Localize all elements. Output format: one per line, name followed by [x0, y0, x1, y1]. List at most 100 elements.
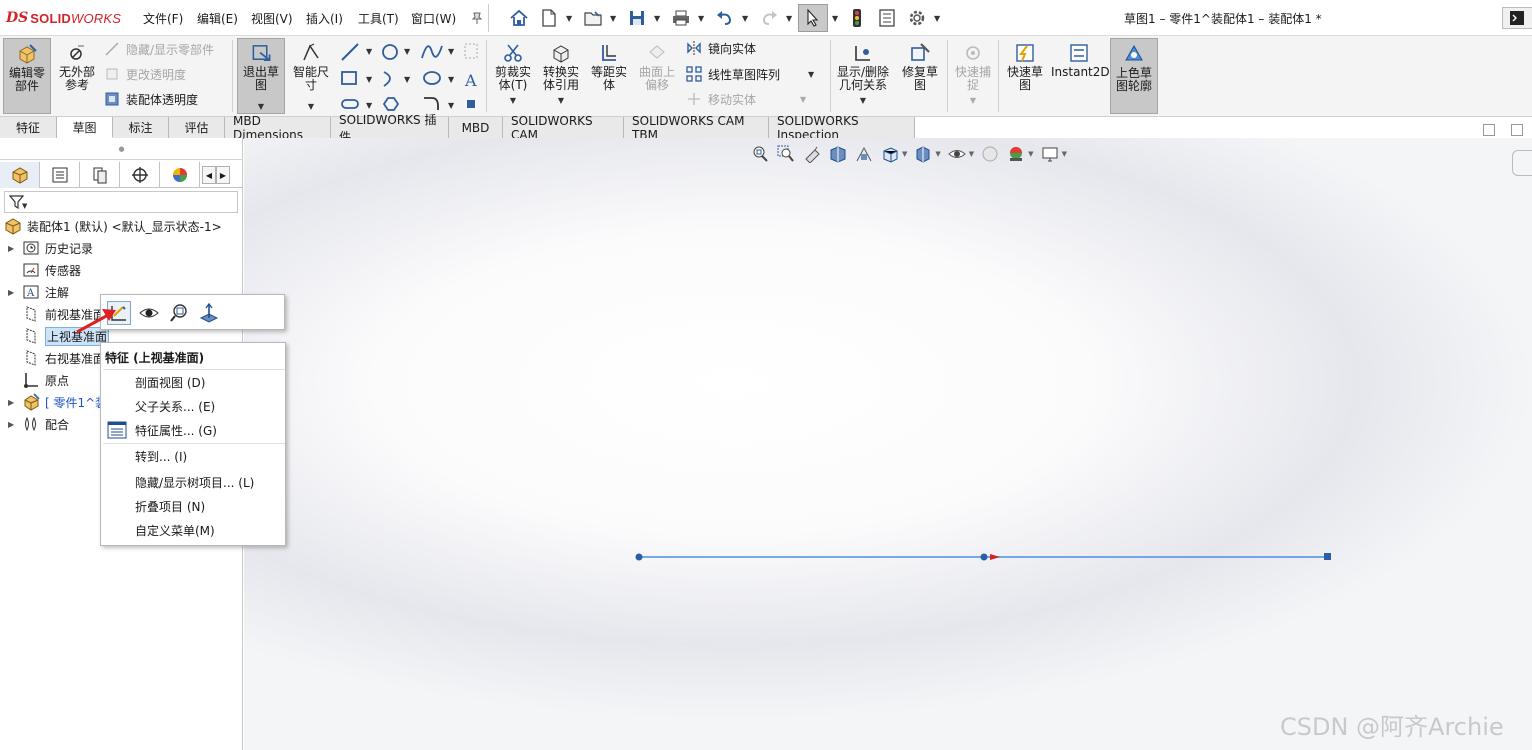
change-transparency-button[interactable]: 更改透明度	[104, 63, 186, 85]
chevron-down-icon[interactable]: ▼	[970, 94, 976, 107]
chevron-down-icon[interactable]: ▼	[558, 94, 564, 107]
rebuild-traffic-light-icon[interactable]	[846, 7, 868, 29]
redo-icon[interactable]	[758, 7, 780, 29]
tree-item-mates[interactable]: ▶ 配合	[0, 414, 69, 434]
chevron-down-icon[interactable]: ▼	[832, 14, 838, 23]
edit-component-button[interactable]: 编辑零部件	[3, 38, 51, 114]
zoom-to-selection-button[interactable]	[167, 301, 191, 325]
view-orientation-icon[interactable]	[880, 144, 900, 164]
instant2d-button[interactable]: Instant2D	[1051, 38, 1110, 114]
trim-entities-button[interactable]: 剪裁实体(T) ▼	[490, 38, 536, 114]
new-document-icon[interactable]	[538, 7, 560, 29]
tab-scroll-right-button[interactable]: ▶	[216, 166, 230, 184]
expand-arrow-icon[interactable]: ▶	[8, 244, 18, 253]
normal-to-button[interactable]	[197, 301, 221, 325]
assembly-transparency-button[interactable]: 装配体透明度	[104, 88, 198, 110]
collapse-panel-icon[interactable]	[1483, 124, 1495, 136]
previous-view-icon[interactable]	[802, 144, 822, 164]
view-settings-monitor-icon[interactable]	[1040, 144, 1060, 164]
zoom-to-area-icon[interactable]	[776, 144, 796, 164]
tree-item-sensors[interactable]: ▶ 传感器	[0, 260, 81, 280]
apply-scene-icon[interactable]	[1006, 144, 1026, 164]
task-pane-tab[interactable]	[1512, 150, 1532, 176]
panel-drag-handle[interactable]: ●	[0, 138, 243, 160]
hide-show-components-button[interactable]: 隐藏/显示零部件	[104, 38, 214, 60]
menu-item-go-to[interactable]: 转到... (I)	[135, 448, 187, 465]
tab-solidworks-cam[interactable]: SOLIDWORKS CAM	[503, 114, 624, 142]
menu-item-hide-show-tree-items[interactable]: 隐藏/显示树项目... (L)	[135, 474, 254, 491]
display-delete-relations-button[interactable]: 显示/删除几何关系 ▼	[834, 38, 892, 114]
rapid-sketch-button[interactable]: 快速草图	[1002, 38, 1048, 114]
tab-solidworks-inspection[interactable]: SOLIDWORKS Inspection	[769, 114, 915, 142]
tree-item-history[interactable]: ▶ 历史记录	[0, 238, 93, 258]
featuremanager-tab[interactable]	[0, 162, 40, 188]
convert-entities-button[interactable]: 转换实体引用 ▼	[538, 38, 584, 114]
tab-markup[interactable]: 标注	[113, 117, 169, 138]
quick-snaps-button[interactable]: 快速捕捉 ▼	[950, 38, 996, 114]
expand-arrow-icon[interactable]: ▶	[8, 398, 18, 407]
edit-appearance-icon[interactable]	[980, 144, 1000, 164]
undo-icon[interactable]	[714, 7, 736, 29]
tab-scroll-left-button[interactable]: ◀	[202, 166, 216, 184]
shaded-sketch-contours-button[interactable]: 上色草图轮廓	[1110, 38, 1158, 114]
dimxpert-tab[interactable]	[120, 162, 160, 188]
tree-item-annotations[interactable]: ▶ A 注解	[0, 282, 69, 302]
expand-panel-icon[interactable]	[1511, 124, 1523, 136]
print-icon[interactable]	[670, 7, 692, 29]
section-view-icon[interactable]	[828, 144, 848, 164]
graphics-viewport[interactable]	[244, 138, 1532, 750]
tab-evaluate[interactable]: 评估	[169, 117, 225, 138]
text-tool-column[interactable]: A	[462, 42, 482, 112]
menu-item-customize-menu[interactable]: 自定义菜单(M)	[135, 522, 215, 539]
tab-features[interactable]: 特征	[0, 117, 57, 138]
tree-root-assembly[interactable]: 装配体1 (默认) <默认_显示状态-1>	[0, 216, 222, 236]
tree-item-part[interactable]: ▶ [ 零件1^装	[0, 392, 107, 412]
menu-item-parent-child[interactable]: 父子关系... (E)	[135, 398, 215, 415]
home-icon[interactable]	[508, 7, 530, 29]
menu-window[interactable]: 窗口(W)	[411, 10, 456, 27]
chevron-down-icon[interactable]: ▼	[258, 100, 264, 113]
display-manager-tab[interactable]	[160, 162, 200, 188]
menu-item-collapse-items[interactable]: 折叠项目 (N)	[135, 498, 205, 515]
chevron-down-icon[interactable]: ▼	[1028, 150, 1033, 158]
propertymanager-tab[interactable]	[40, 162, 80, 188]
no-external-refs-button[interactable]: 无外部参考	[54, 38, 100, 114]
chevron-down-icon[interactable]: ▼	[610, 14, 616, 23]
chevron-down-icon[interactable]: ▼	[969, 150, 974, 158]
tab-solidworks-cam-tbm[interactable]: SOLIDWORKS CAM TBM	[624, 114, 769, 142]
sketch-entities-grid[interactable]: ▼ ▼ ▼ ▼ ▼ ▼ ▼ ▼	[340, 42, 460, 112]
chevron-down-icon[interactable]: ▼	[742, 14, 748, 23]
tree-item-right-plane[interactable]: ▶ 右视基准面	[0, 348, 105, 368]
linear-pattern-button[interactable]: 线性草图阵列 ▼	[686, 63, 814, 85]
offset-on-surface-button[interactable]: 曲面上偏移	[634, 38, 680, 114]
chevron-down-icon[interactable]: ▼	[935, 150, 940, 158]
command-search-box[interactable]	[1502, 7, 1532, 29]
chevron-down-icon[interactable]: ▼	[786, 14, 792, 23]
tab-mbd[interactable]: MBD	[449, 117, 503, 138]
chevron-down-icon[interactable]: ▼	[308, 100, 314, 113]
sketch-line-geometry[interactable]	[630, 548, 1340, 566]
expand-arrow-icon[interactable]: ▶	[8, 420, 18, 429]
configurationmanager-tab[interactable]	[80, 162, 120, 188]
offset-entities-button[interactable]: 等距实体	[586, 38, 632, 114]
menu-tools[interactable]: 工具(T)	[358, 10, 399, 27]
tree-filter-field[interactable]: ▼	[4, 191, 238, 213]
expand-arrow-icon[interactable]: ▶	[8, 288, 18, 297]
tree-item-origin[interactable]: ▶ 原点	[0, 370, 69, 390]
menu-view[interactable]: 视图(V)	[251, 10, 293, 27]
menu-item-feature-properties[interactable]: 特征属性... (G)	[135, 422, 217, 439]
tab-mbd-dimensions[interactable]: MBD Dimensions	[225, 114, 331, 142]
tab-sketch[interactable]: 草图	[57, 117, 113, 138]
move-entities-button[interactable]: 移动实体 ▼	[686, 88, 806, 110]
pin-icon[interactable]	[466, 7, 488, 29]
zoom-to-fit-icon[interactable]	[750, 144, 770, 164]
select-pointer-icon[interactable]	[798, 4, 828, 32]
repair-sketch-button[interactable]: 修复草图	[896, 38, 944, 114]
chevron-down-icon[interactable]: ▼	[800, 95, 806, 104]
chevron-down-icon[interactable]: ▼	[566, 14, 572, 23]
options-gear-icon[interactable]	[906, 7, 928, 29]
chevron-down-icon[interactable]: ▼	[1062, 150, 1067, 158]
chevron-down-icon[interactable]: ▼	[808, 70, 814, 79]
menu-edit[interactable]: 编辑(E)	[197, 10, 238, 27]
exit-sketch-button[interactable]: 退出草图 ▼	[237, 38, 285, 114]
